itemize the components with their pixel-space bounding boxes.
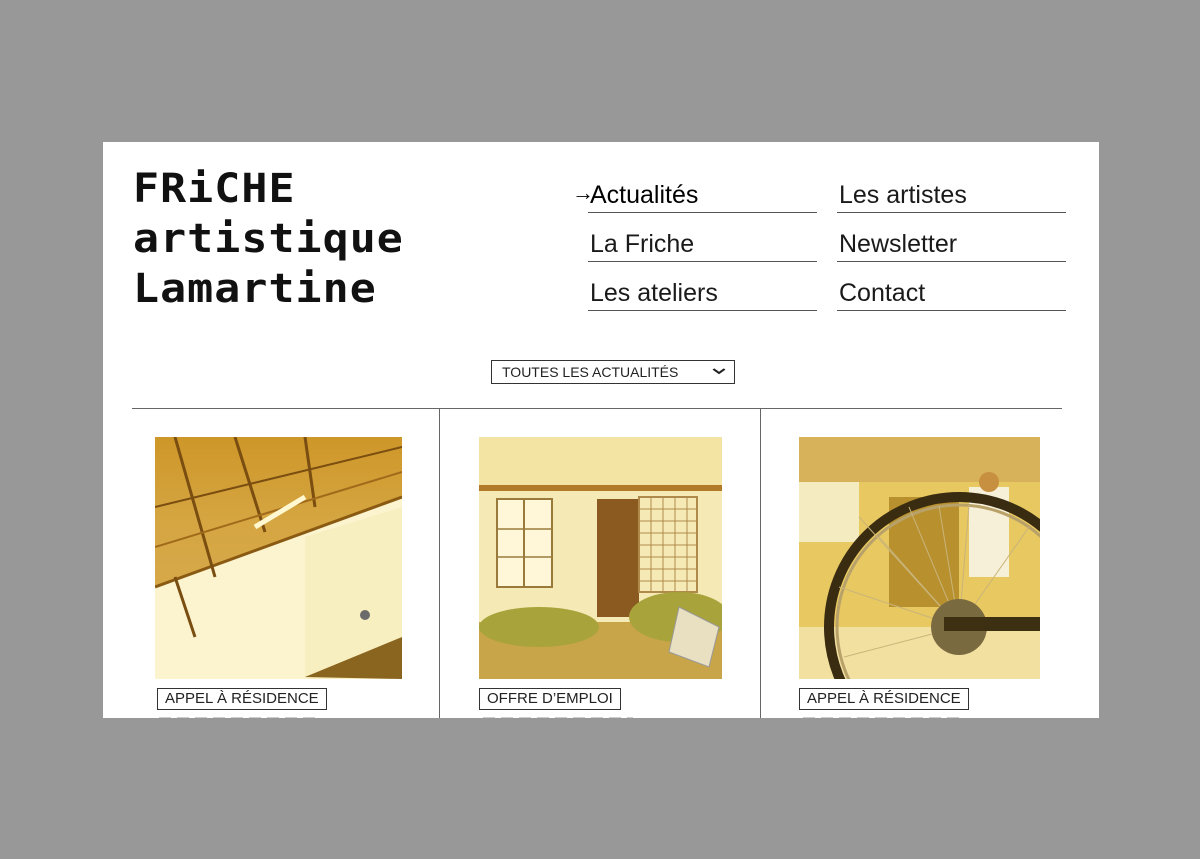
news-card-2[interactable]: OFFRE D’EMPLOI — [479, 437, 722, 718]
nav-item-contact[interactable]: Contact — [837, 262, 1066, 311]
nav-item-les-artistes[interactable]: Les artistes — [837, 164, 1066, 213]
arrow-right-icon: → — [572, 180, 594, 205]
news-filter-select[interactable]: TOUTES LES ACTUALITÉS — [491, 360, 735, 384]
nav-item-la-friche[interactable]: La Friche — [588, 213, 817, 262]
main-navigation: → Actualités Les artistes La Friche News… — [572, 164, 1066, 311]
logo-line-1: FRiCHE — [133, 166, 296, 212]
logo-line-2: artistique — [133, 216, 404, 262]
category-tag[interactable]: APPEL À RÉSIDENCE — [799, 688, 969, 710]
news-card-image[interactable] — [479, 437, 722, 679]
logo-line-3: Lamartine — [133, 266, 377, 312]
nav-item-label: Actualités — [590, 181, 699, 209]
column-divider — [760, 409, 761, 718]
cut-off-title — [159, 717, 319, 718]
filter-label: TOUTES LES ACTUALITÉS — [502, 364, 679, 380]
nav-item-actualites[interactable]: → Actualités — [572, 164, 817, 213]
chevron-down-icon — [712, 366, 726, 378]
nav-item-label: Newsletter — [839, 230, 958, 258]
website-page: FRiCHE artistique Lamartine → Actualités… — [103, 142, 1099, 718]
site-logo[interactable]: FRiCHE artistique Lamartine — [133, 164, 404, 314]
nav-item-label: Les ateliers — [590, 279, 718, 307]
nav-item-newsletter[interactable]: Newsletter — [837, 213, 1066, 262]
column-divider — [439, 409, 440, 718]
nav-item-label: Les artistes — [839, 181, 967, 209]
cut-off-title — [483, 717, 633, 718]
news-card-image[interactable] — [155, 437, 402, 679]
news-card-image[interactable] — [799, 437, 1040, 679]
news-card-1[interactable]: APPEL À RÉSIDENCE — [155, 437, 402, 718]
nav-item-label: La Friche — [590, 230, 695, 258]
nav-item-label: Contact — [839, 279, 926, 307]
category-tag[interactable]: APPEL À RÉSIDENCE — [157, 688, 327, 710]
nav-item-les-ateliers[interactable]: Les ateliers — [588, 262, 817, 311]
category-tag[interactable]: OFFRE D’EMPLOI — [479, 688, 621, 710]
section-divider — [132, 408, 1062, 409]
news-card-3[interactable]: APPEL À RÉSIDENCE — [799, 437, 1040, 718]
cut-off-title — [803, 717, 963, 718]
